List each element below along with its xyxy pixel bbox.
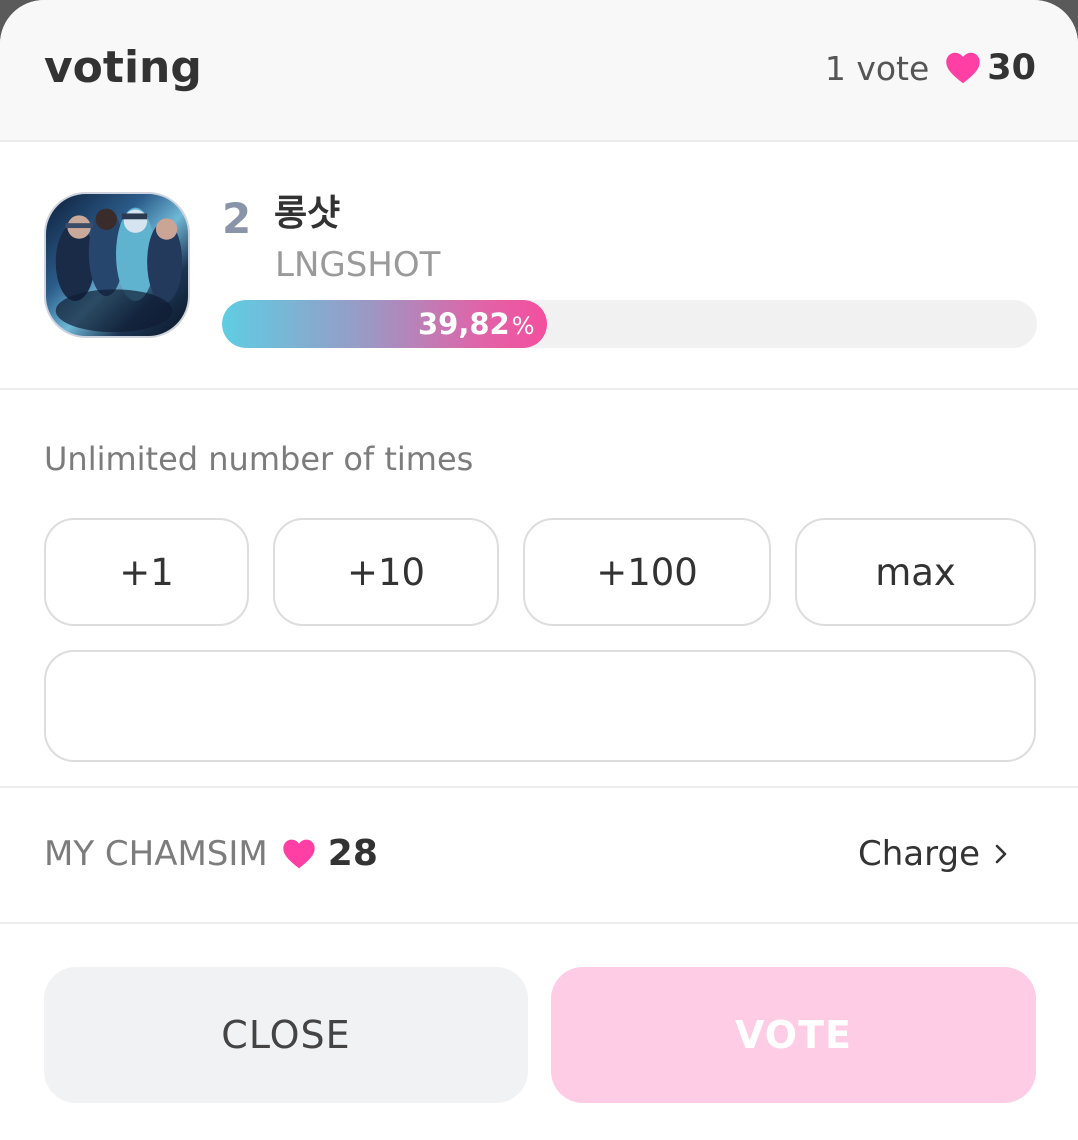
candidate-card: 2 롱샷 LNGSHOT 39,82% <box>0 142 1078 390</box>
heart-icon <box>282 839 316 869</box>
vote-share-label: 39,82% <box>418 307 535 341</box>
vote-share-fill: 39,82% <box>222 300 547 348</box>
candidate-avatar <box>44 192 190 338</box>
add-10-button[interactable]: +10 <box>273 518 499 626</box>
vote-share-value: 39,82 <box>417 307 510 341</box>
candidate-rank: 2 <box>222 194 252 243</box>
vote-cost-info: 1 vote 30 <box>825 42 1036 94</box>
vote-cost-value: 30 <box>987 48 1036 88</box>
balance-value: 28 <box>327 833 378 874</box>
section-divider <box>0 786 1078 788</box>
vote-amount-input[interactable] <box>44 650 1036 762</box>
dialog-header: voting 1 vote 30 <box>0 0 1078 142</box>
charge-link[interactable]: Charge <box>858 830 1008 878</box>
charge-label: Charge <box>857 834 980 874</box>
vote-share-bar: 39,82% <box>222 300 1037 348</box>
balance-label: MY CHAMSIM <box>44 834 268 874</box>
dialog-title: voting <box>44 42 202 93</box>
add-1-button[interactable]: +1 <box>44 518 249 626</box>
chevron-right-icon <box>994 843 1008 865</box>
add-100-button[interactable]: +100 <box>523 518 771 626</box>
heart-icon <box>945 52 981 84</box>
max-button[interactable]: max <box>795 518 1036 626</box>
candidate-name-english: LNGSHOT <box>275 245 441 285</box>
vote-limit-notice: Unlimited number of times <box>44 440 474 478</box>
candidate-name-korean: 롱샷 <box>274 193 341 234</box>
percent-symbol: % <box>511 312 535 340</box>
voting-dialog: voting 1 vote 30 2 롱샷 LNGSHOT 39,82% Unl… <box>0 0 1078 1140</box>
section-divider <box>0 922 1078 924</box>
vote-unit-label: 1 vote <box>824 48 930 88</box>
my-chamsim-balance: MY CHAMSIM 28 <box>44 830 378 878</box>
close-button[interactable]: CLOSE <box>44 967 528 1103</box>
vote-button[interactable]: VOTE <box>551 967 1036 1103</box>
